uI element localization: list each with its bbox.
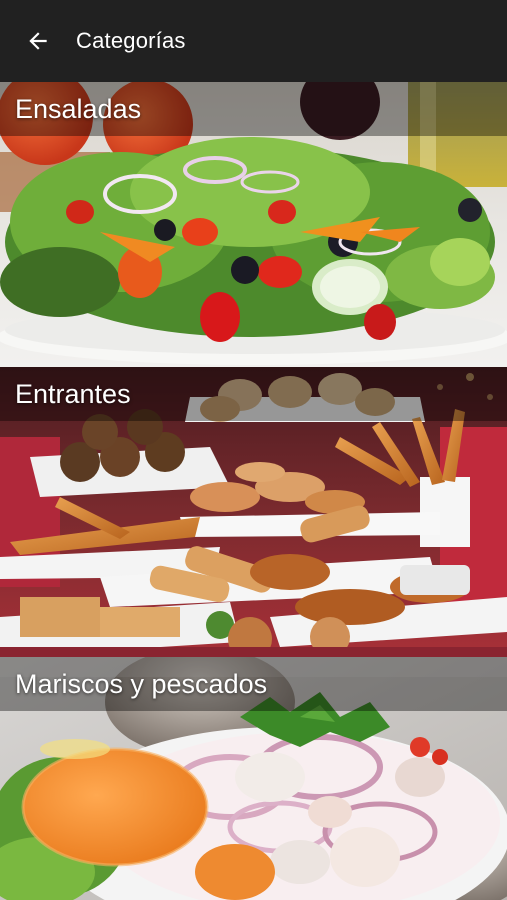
app-toolbar: Categorías <box>0 0 507 82</box>
category-card-mariscos[interactable]: Mariscos y pescados <box>0 657 507 900</box>
page-title: Categorías <box>76 28 186 53</box>
category-card-ensaladas[interactable]: Ensaladas <box>0 82 507 367</box>
category-label: Mariscos y pescados <box>15 669 268 699</box>
category-card-entrantes[interactable]: Entrantes <box>0 367 507 657</box>
category-label: Ensaladas <box>15 94 142 124</box>
category-label: Entrantes <box>15 379 131 409</box>
back-button[interactable] <box>0 0 78 82</box>
app-screen: Categorías Ensaladas Entrantes Mariscos … <box>0 0 507 900</box>
arrow-left-icon <box>29 32 47 50</box>
